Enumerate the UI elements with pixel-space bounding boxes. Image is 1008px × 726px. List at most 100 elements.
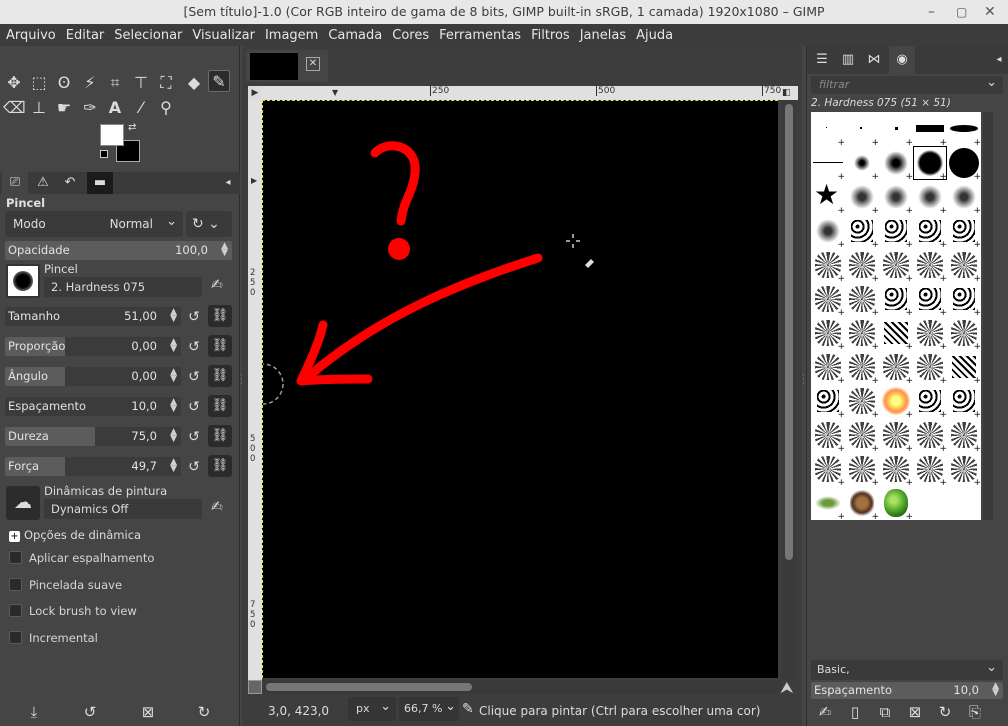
refresh-brushes-icon[interactable]: ↻: [935, 702, 955, 722]
menu-filters[interactable]: Filtros: [531, 28, 570, 43]
eraser-icon[interactable]: ⌫: [3, 97, 26, 119]
tab-channels[interactable]: ▥: [835, 46, 861, 74]
menu-help[interactable]: Ajuda: [636, 28, 673, 43]
brush-thumb[interactable]: +: [811, 282, 845, 318]
link-force-icon[interactable]: ⛓: [208, 455, 232, 477]
brush-thumb[interactable]: +: [947, 180, 981, 216]
warp-icon[interactable]: ⛶: [155, 72, 177, 94]
spin-icon[interactable]: ▲ ▼: [221, 242, 228, 258]
brush-thumb[interactable]: +: [879, 180, 913, 216]
mode-dropdown[interactable]: Modo Normal ⌄: [5, 211, 183, 237]
tab-undo-history[interactable]: ↶: [57, 172, 83, 194]
transform-icon[interactable]: ⊤: [130, 72, 152, 94]
nav-toggle-icon[interactable]: [248, 680, 262, 694]
brush-thumb[interactable]: +: [913, 350, 947, 386]
reset-size-icon[interactable]: ↺: [184, 307, 204, 327]
brush-thumb[interactable]: +: [811, 316, 845, 352]
hscrollbar-thumb[interactable]: [266, 683, 472, 691]
brush-thumb[interactable]: +: [913, 452, 947, 488]
tab-images[interactable]: ▬: [87, 172, 113, 194]
scrollbar-thumb[interactable]: [785, 104, 793, 560]
brush-thumb[interactable]: +: [947, 418, 981, 454]
brush-thumb[interactable]: +: [879, 248, 913, 284]
tab-brushes[interactable]: ◉: [889, 46, 915, 74]
brush-thumb[interactable]: +: [811, 112, 845, 148]
link-hardness-icon[interactable]: ⛓: [208, 425, 232, 447]
spacing-slider[interactable]: Espaçamento 10,0 ▲ ▼: [5, 397, 181, 416]
close-icon[interactable]: ✕: [984, 0, 996, 24]
brush-thumb[interactable]: +: [947, 112, 981, 148]
canvas[interactable]: [262, 100, 778, 678]
checkbox-2[interactable]: [9, 604, 22, 617]
brush-thumb[interactable]: +: [845, 452, 879, 488]
edit-brush-icon[interactable]: ✍: [211, 277, 223, 293]
brush-thumb[interactable]: +: [879, 112, 913, 148]
brush-thumb[interactable]: ★ +: [811, 180, 845, 216]
reset-spacing-icon[interactable]: ↺: [184, 397, 204, 417]
tab-device-status[interactable]: ⚠: [30, 172, 56, 194]
brush-thumb[interactable]: +: [947, 316, 981, 352]
paintbrush-tool-icon[interactable]: ✎: [208, 70, 230, 92]
brush-thumb[interactable]: +: [947, 248, 981, 284]
vertical-scrollbar[interactable]: [782, 100, 796, 680]
brush-thumb[interactable]: +: [947, 282, 981, 318]
unit-dropdown[interactable]: px ⌄: [348, 697, 396, 721]
brush-thumb[interactable]: +: [913, 282, 947, 318]
maximize-icon[interactable]: ▢: [956, 0, 967, 24]
text-tool-icon[interactable]: A: [104, 97, 126, 119]
edit-brush-button-icon[interactable]: ✍: [815, 702, 835, 722]
checkbox-0[interactable]: [9, 551, 22, 564]
brush-thumb[interactable]: +: [845, 146, 879, 182]
reset-angle-icon[interactable]: ↺: [184, 367, 204, 387]
brush-thumb[interactable]: +: [913, 418, 947, 454]
brush-grid[interactable]: + + + + + + + + + + ★ + + + + + + + + + + + + + + + + + + + + + + + + + + + + +…: [811, 112, 981, 520]
link-spacing-icon[interactable]: ⛓: [208, 395, 232, 417]
spin-icon[interactable]: ▲ ▼: [170, 338, 177, 354]
color-picker-icon[interactable]: ⁄: [130, 97, 152, 119]
hardness-slider[interactable]: Dureza 75,0 ▲ ▼: [5, 427, 181, 446]
brush-tag-dropdown[interactable]: Basic, ⌄: [811, 660, 1003, 680]
link-angle-icon[interactable]: ⛓: [208, 365, 232, 387]
brush-thumb[interactable]: +: [811, 214, 845, 250]
tab-menu-icon[interactable]: ◂: [220, 172, 236, 194]
brush-thumb[interactable]: +: [947, 214, 981, 250]
brush-thumb[interactable]: +: [845, 350, 879, 386]
horizontal-scrollbar[interactable]: [262, 680, 782, 694]
delete-options-icon[interactable]: ⊠: [138, 702, 158, 722]
rect-select-icon[interactable]: ⬚: [28, 72, 50, 94]
spin-icon[interactable]: ▲ ▼: [170, 428, 177, 444]
brush-thumb[interactable]: +: [811, 146, 845, 182]
delete-brush-icon[interactable]: ⊠: [905, 702, 925, 722]
new-brush-icon[interactable]: ▯: [845, 702, 865, 722]
swap-colors-icon[interactable]: ⇄: [128, 122, 136, 133]
image-tab[interactable]: ✕: [246, 50, 328, 82]
brush-thumb[interactable]: +: [913, 214, 947, 250]
brush-thumb[interactable]: +: [845, 282, 879, 318]
spin-icon[interactable]: ▲ ▼: [992, 682, 999, 698]
brush-preview[interactable]: [6, 264, 40, 298]
brush-thumb[interactable]: +: [879, 418, 913, 454]
fuzzy-select-icon[interactable]: ⚡: [79, 72, 101, 94]
spin-icon[interactable]: ▲ ▼: [170, 398, 177, 414]
menu-file[interactable]: Arquivo: [6, 28, 56, 43]
brush-grid-scrollbar[interactable]: [983, 112, 993, 520]
tab-layers[interactable]: ☰: [809, 46, 835, 74]
brush-thumb[interactable]: +: [845, 248, 879, 284]
brush-thumb[interactable]: +: [811, 350, 845, 386]
brush-thumb[interactable]: +: [879, 452, 913, 488]
menu-tools[interactable]: Ferramentas: [439, 28, 521, 43]
brush-thumb[interactable]: +: [879, 350, 913, 386]
menu-colors[interactable]: Cores: [392, 28, 429, 43]
spin-icon[interactable]: ▲ ▼: [170, 458, 177, 474]
dynamics-field[interactable]: Dynamics Off: [44, 499, 202, 519]
brush-thumb[interactable]: +: [879, 214, 913, 250]
brush-thumb[interactable]: +: [947, 350, 981, 386]
opacity-slider[interactable]: Opacidade 100,0 ▲ ▼: [5, 241, 232, 260]
menu-select[interactable]: Selecionar: [114, 28, 182, 43]
brush-thumb[interactable]: +: [845, 384, 879, 420]
brush-thumb[interactable]: +: [811, 452, 845, 488]
menu-image[interactable]: Imagem: [265, 28, 318, 43]
brush-thumb[interactable]: +: [845, 316, 879, 352]
brush-thumb[interactable]: +: [913, 248, 947, 284]
default-colors-icon[interactable]: [100, 150, 108, 158]
